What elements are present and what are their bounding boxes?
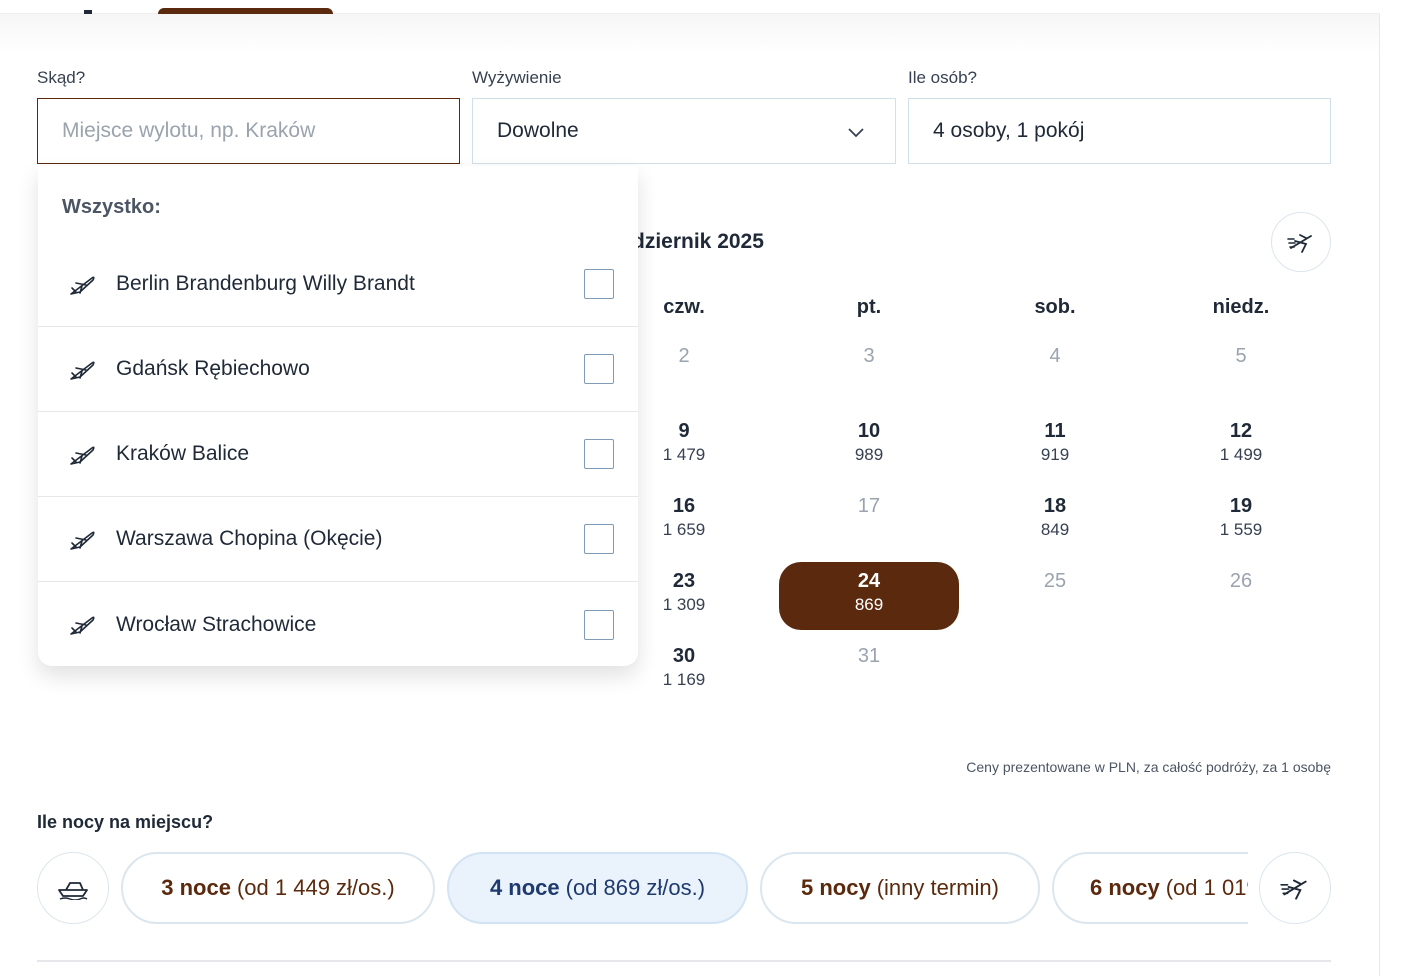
day-number: 12 — [1229, 420, 1253, 442]
day-price: 849 — [1040, 520, 1070, 539]
nights-option-strong: 5 nocy — [801, 875, 871, 900]
chevron-down-icon — [848, 128, 864, 138]
nights-option-rest: (inny termin) — [876, 875, 999, 900]
day-number: 17 — [857, 495, 881, 517]
board-label: Wyżywienie — [472, 68, 562, 87]
calendar-day: 3 — [779, 337, 959, 405]
day-price: 1 169 — [662, 670, 706, 689]
day-number: 10 — [857, 420, 881, 442]
departure-option[interactable]: Wrocław Strachowice — [38, 582, 638, 667]
plane-icon — [70, 361, 95, 380]
nights-option-strong: 6 nocy — [1090, 875, 1160, 900]
nights-option-6[interactable]: 6 nocy (od 1 019 zł/os.) — [1052, 852, 1248, 924]
calendar-day: 26 — [1151, 562, 1331, 630]
day-price: 919 — [1040, 445, 1070, 464]
board-select[interactable]: Dowolne — [472, 98, 896, 164]
departure-option[interactable]: Warszawa Chopina (Okęcie) — [38, 497, 638, 582]
calendar-day: 4 — [965, 337, 1145, 405]
day-price: 989 — [854, 445, 884, 464]
nights-option-rest: (od 1 449 zł/os.) — [236, 875, 395, 900]
day-number: 26 — [1229, 570, 1253, 592]
day-number: 4 — [1049, 345, 1061, 367]
board-value: Dowolne — [497, 119, 579, 142]
calendar-day[interactable]: 12 1 499 — [1151, 412, 1331, 480]
departure-checkbox[interactable] — [584, 269, 614, 299]
from-label: Skąd? — [37, 68, 86, 87]
calendar-day: 25 — [965, 562, 1145, 630]
nights-option-5[interactable]: 5 nocy (inny termin) — [760, 852, 1040, 924]
day-price: 1 499 — [1219, 445, 1263, 464]
departure-option-label: Warszawa Chopina (Okęcie) — [116, 527, 383, 550]
section-divider — [37, 960, 1331, 962]
departure-option-label: Kraków Balice — [116, 442, 250, 465]
nights-option-strong: 4 noce — [489, 875, 560, 900]
nights-option-3[interactable]: 3 noce (od 1 449 zł/os.) — [121, 852, 435, 924]
day-number: 24 — [857, 570, 881, 592]
departure-checkbox[interactable] — [584, 524, 614, 554]
departure-option-label: Gdańsk Rębiechowo — [116, 357, 310, 380]
nights-option-4[interactable]: 4 noce (od 869 zł/os.) — [447, 852, 748, 924]
day-price: 869 — [854, 595, 884, 614]
plane-icon — [70, 446, 95, 465]
day-number: 31 — [857, 645, 881, 667]
calendar-next-button[interactable] — [1271, 212, 1331, 272]
day-number: 19 — [1229, 495, 1253, 517]
departure-option-label: Wrocław Strachowice — [116, 612, 317, 636]
dropdown-title: Wszystko: — [62, 196, 161, 218]
calendar-day[interactable]: 19 1 559 — [1151, 487, 1331, 555]
day-number: 18 — [1043, 495, 1067, 517]
scrollbar-track — [1379, 14, 1380, 976]
plane-fast-icon — [1280, 879, 1307, 900]
people-label: Ile osób? — [908, 68, 977, 87]
plane-icon — [70, 531, 95, 550]
plane-icon — [70, 616, 95, 635]
weekday-header: sob. — [1034, 296, 1076, 318]
header-shadow — [0, 14, 1380, 54]
departure-option-label: Berlin Brandenburg Willy Brandt — [116, 272, 415, 295]
boat-icon — [58, 882, 88, 900]
calendar-day: 5 — [1151, 337, 1331, 405]
from-input[interactable]: Miejsce wylotu, np. Kraków — [37, 98, 460, 164]
departure-checkbox[interactable] — [584, 609, 614, 640]
calendar-day[interactable]: 11 919 — [965, 412, 1145, 480]
day-number: 25 — [1043, 570, 1067, 592]
plane-icon — [70, 276, 95, 295]
nights-option-rest: (od 869 zł/os.) — [565, 875, 706, 900]
nights-prev-button[interactable] — [37, 852, 109, 924]
calendar-month: dziernik 2025 — [632, 230, 764, 253]
calendar-day-selected[interactable]: 24 869 — [779, 562, 959, 630]
people-value: 4 osoby, 1 pokój — [933, 119, 1085, 142]
day-number: 11 — [1044, 420, 1066, 442]
header-fragment — [0, 0, 1380, 16]
nights-next-button[interactable] — [1259, 852, 1331, 924]
calendar-day: 31 — [779, 637, 959, 705]
from-placeholder: Miejsce wylotu, np. Kraków — [62, 119, 316, 142]
day-price: 1 559 — [1219, 520, 1263, 539]
nights-label: Ile nocy na miejscu? — [37, 812, 214, 832]
departure-option[interactable]: Gdańsk Rębiechowo — [38, 327, 638, 412]
departure-checkbox[interactable] — [584, 439, 614, 469]
nights-option-6-clip: 6 nocy (od 1 019 zł/os.) — [1052, 852, 1248, 924]
plane-fast-icon — [1287, 234, 1312, 253]
day-number: 5 — [1235, 345, 1247, 367]
departure-dropdown: Wszystko: Berlin Brandenburg Willy Brand… — [38, 166, 638, 666]
price-note: Ceny prezentowane w PLN, za całość podró… — [966, 759, 1331, 775]
weekday-header: pt. — [856, 296, 882, 318]
departure-option[interactable]: Berlin Brandenburg Willy Brandt — [38, 242, 638, 327]
nights-option-strong: 3 noce — [161, 875, 231, 900]
departure-option[interactable]: Kraków Balice — [38, 412, 638, 497]
calendar-day[interactable]: 18 849 — [965, 487, 1145, 555]
weekday-header: czw. — [663, 296, 705, 318]
departure-checkbox[interactable] — [584, 354, 614, 384]
calendar-day: 17 — [779, 487, 959, 555]
people-select[interactable]: 4 osoby, 1 pokój — [908, 98, 1331, 164]
calendar-day[interactable]: 10 989 — [779, 412, 959, 480]
day-number: 3 — [863, 345, 875, 367]
weekday-header: niedz. — [1212, 296, 1270, 318]
nights-option-rest: (od 1 019 zł/os.) — [1165, 875, 1248, 900]
